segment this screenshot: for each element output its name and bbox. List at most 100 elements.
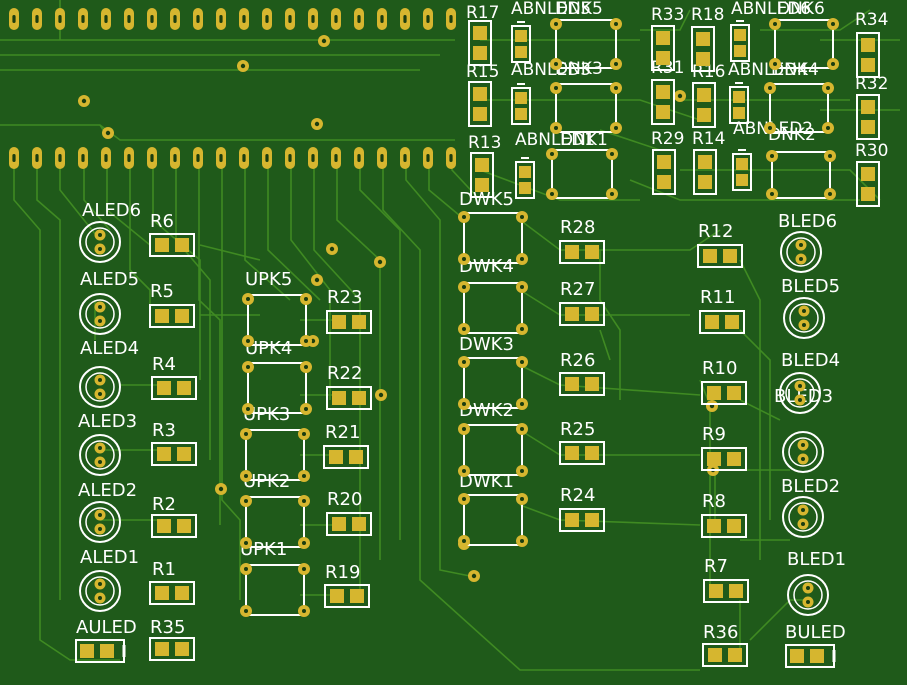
pad-a	[696, 32, 710, 46]
label-r36: R36	[703, 622, 738, 643]
pad-b	[698, 175, 712, 189]
pin-hole	[58, 154, 62, 162]
header-pin-lower-8	[193, 147, 203, 169]
hole-1	[98, 460, 102, 464]
label-r2: R2	[152, 494, 176, 515]
pad-a	[330, 589, 344, 603]
label-r1: R1	[152, 559, 176, 580]
pad-a	[705, 315, 719, 329]
label-r5: R5	[150, 281, 174, 302]
header-pin-upper-3	[78, 8, 88, 30]
label-r34: R34	[855, 10, 888, 30]
pad-a	[733, 91, 745, 103]
pad-b	[515, 108, 527, 120]
pad-a	[473, 26, 487, 40]
hole-2	[768, 126, 772, 130]
via-hole	[378, 392, 384, 398]
hole-0	[550, 152, 554, 156]
pin-hole	[12, 15, 16, 23]
via-hole	[81, 98, 87, 104]
header-pin-upper-10	[239, 8, 249, 30]
hole-1	[520, 285, 524, 289]
pin-hole	[81, 154, 85, 162]
pad-b	[175, 642, 189, 656]
hole-1	[98, 596, 102, 600]
hole-0	[246, 365, 250, 369]
pad-b	[656, 105, 670, 119]
label-r19: R19	[325, 562, 360, 583]
hole-0	[244, 567, 248, 571]
hole-0	[462, 497, 466, 501]
hole-1	[98, 527, 102, 531]
header-pin-upper-0	[9, 8, 19, 30]
pad-a	[656, 85, 670, 99]
hole-0	[98, 513, 102, 517]
via-6	[311, 274, 323, 286]
pad-b	[352, 517, 366, 531]
pad-a	[698, 155, 712, 169]
pad-a	[155, 586, 169, 600]
hole-1	[304, 365, 308, 369]
pin-hole	[288, 154, 292, 162]
via-hole	[471, 573, 477, 579]
pad-a	[707, 452, 721, 466]
header-pin-upper-17	[400, 8, 410, 30]
header-pin-upper-4	[101, 8, 111, 30]
pad-b	[177, 519, 191, 533]
hole-3	[831, 62, 835, 66]
label-r12: R12	[698, 221, 733, 242]
pad-b	[727, 519, 741, 533]
pin-hole	[403, 15, 407, 23]
pad-a	[155, 642, 169, 656]
label-r26: R26	[560, 350, 595, 371]
pad-b	[723, 249, 737, 263]
pin-hole	[334, 15, 338, 23]
hole-2	[554, 126, 558, 130]
hole-1	[831, 22, 835, 26]
pad-b	[473, 46, 487, 60]
label-r8: R8	[702, 491, 726, 512]
hole-2	[462, 402, 466, 406]
label-r4: R4	[152, 354, 176, 375]
pad-a	[565, 513, 579, 527]
pad-b	[175, 309, 189, 323]
hole-2	[773, 62, 777, 66]
via-14	[706, 400, 718, 412]
label-dnk6: DNK6	[777, 0, 825, 19]
pad-a	[332, 391, 346, 405]
hole-0	[770, 154, 774, 158]
hole-1	[304, 297, 308, 301]
hole-1	[826, 86, 830, 90]
header-pin-lower-19	[446, 147, 456, 169]
pad-a	[703, 249, 717, 263]
pad-a	[861, 100, 875, 114]
pad-a	[565, 307, 579, 321]
pad-b	[656, 51, 670, 65]
via-hole	[314, 121, 320, 127]
pad-a	[515, 30, 527, 42]
header-pin-lower-16	[377, 147, 387, 169]
pin-hole	[12, 154, 16, 162]
hole-2	[246, 339, 250, 343]
header-pin-upper-12	[285, 8, 295, 30]
hole-1	[98, 319, 102, 323]
pad-b	[350, 589, 364, 603]
pad-b	[175, 586, 189, 600]
pad-a	[332, 315, 346, 329]
pad-b	[728, 648, 742, 662]
hole-0	[98, 582, 102, 586]
pin-hole	[311, 154, 315, 162]
pin-hole	[173, 15, 177, 23]
header-pin-upper-8	[193, 8, 203, 30]
header-pin-lower-17	[400, 147, 410, 169]
header-pin-upper-14	[331, 8, 341, 30]
pin-hole	[357, 154, 361, 162]
label-r23: R23	[327, 287, 362, 308]
label-r9: R9	[702, 424, 726, 445]
header-pin-lower-9	[216, 147, 226, 169]
pad-a	[734, 29, 746, 41]
pad-b	[352, 315, 366, 329]
pad-a	[157, 447, 171, 461]
via-hole	[329, 246, 335, 252]
pad-b	[519, 182, 531, 194]
